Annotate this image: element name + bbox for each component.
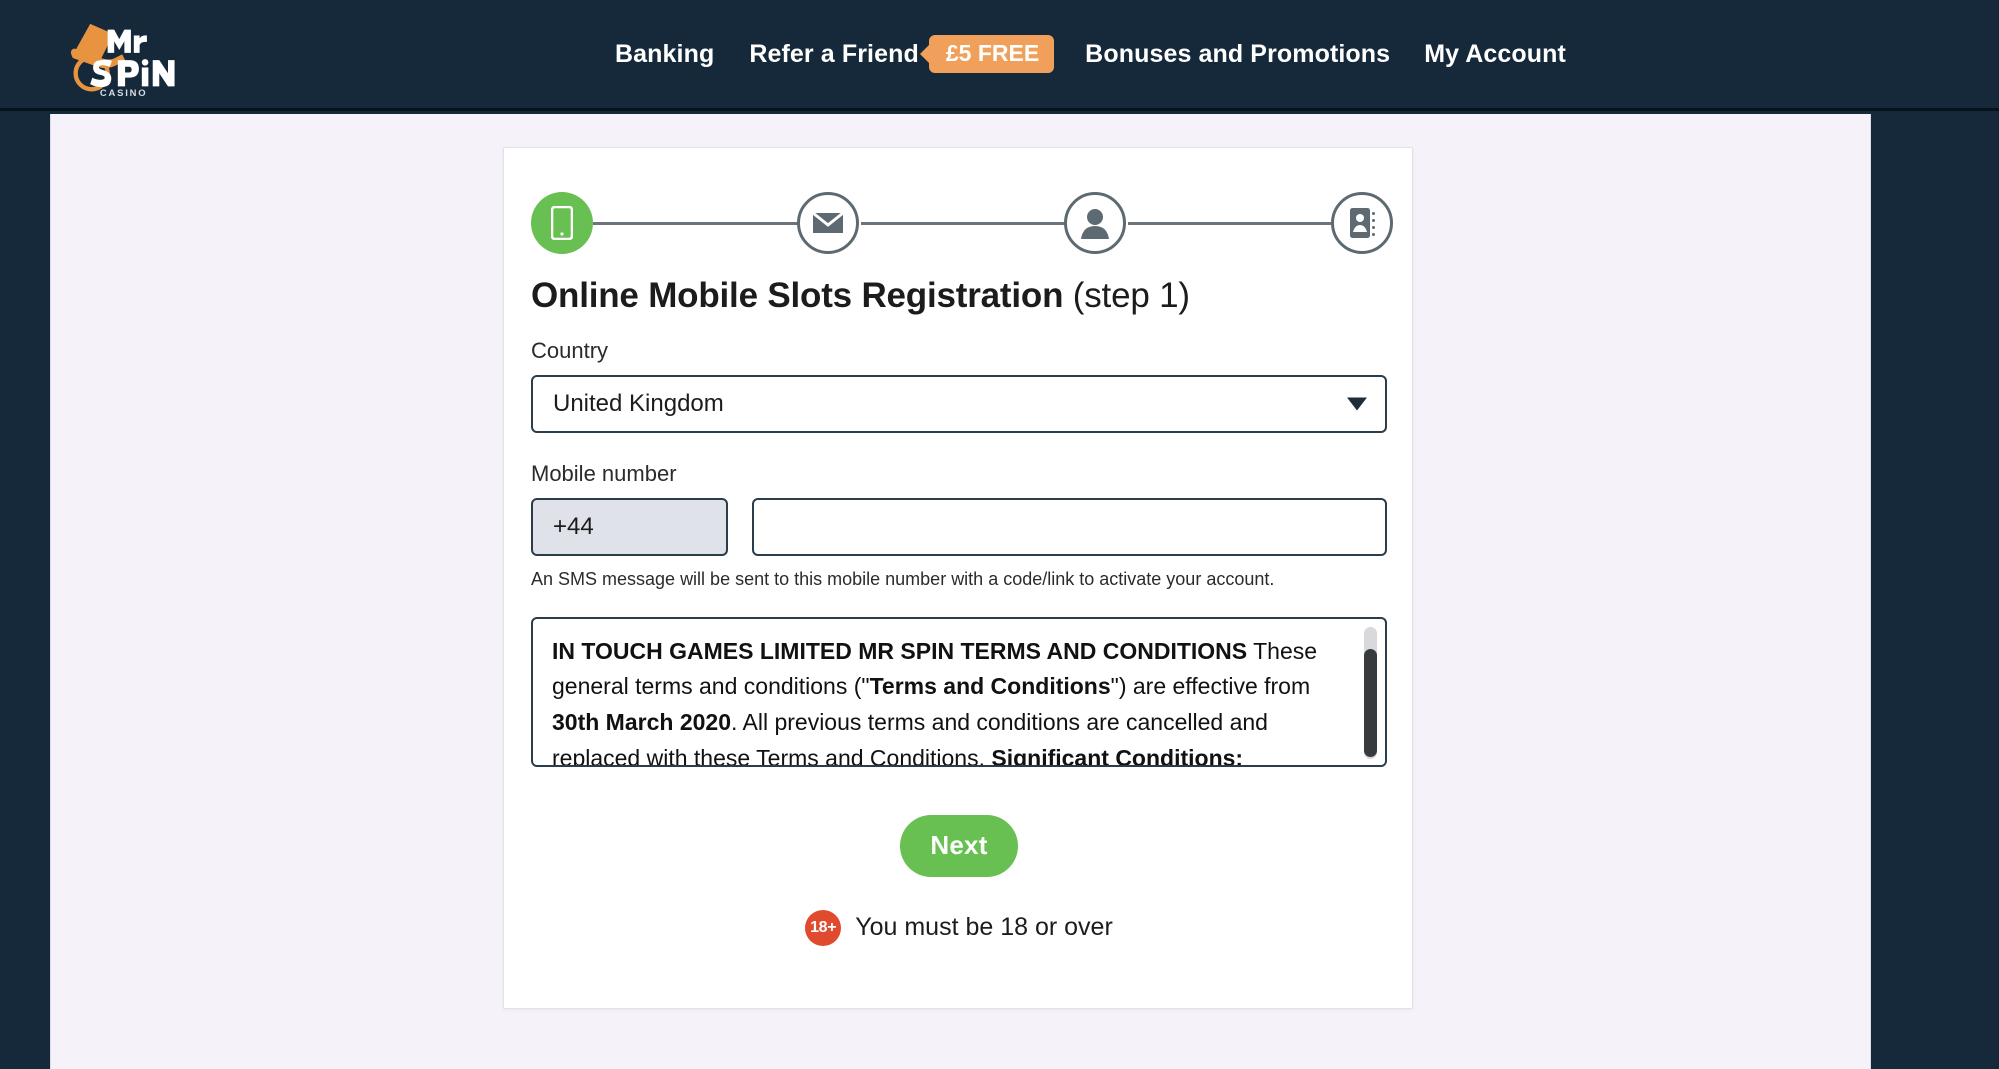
country-select-value: United Kingdom — [553, 390, 724, 418]
site-header: CASINO Banking Refer a Friend £5 FREE Bo… — [0, 0, 1999, 111]
country-label: Country — [531, 338, 609, 364]
next-button[interactable]: Next — [900, 814, 1018, 877]
envelope-icon — [812, 211, 844, 233]
nav-item-banking[interactable]: Banking — [598, 40, 731, 69]
page-root: CASINO Banking Refer a Friend £5 FREE Bo… — [0, 0, 1999, 1069]
registration-stepper — [531, 192, 1393, 254]
age-18-plus-icon: 18+ — [805, 909, 842, 946]
nav-item-refer-a-friend[interactable]: Refer a Friend £5 FREE — [731, 35, 1068, 73]
registration-form: Online Mobile Slots Registration (step 1… — [531, 276, 1387, 946]
five-pound-free-badge[interactable]: £5 FREE — [928, 35, 1055, 73]
content-area: Online Mobile Slots Registration (step 1… — [50, 114, 1871, 1069]
primary-navigation: Banking Refer a Friend £5 FREE Bonuses a… — [598, 0, 1583, 108]
mobile-phone-icon — [551, 206, 573, 240]
stepper-step-4-verification[interactable] — [1331, 192, 1393, 254]
stepper-connector-2 — [861, 222, 1070, 225]
page-title: Online Mobile Slots Registration (step 1… — [531, 276, 1387, 316]
next-button-container: Next — [531, 814, 1387, 877]
nav-item-my-account[interactable]: My Account — [1407, 40, 1583, 69]
stepper-step-1-mobile[interactable] — [531, 192, 593, 254]
terms-and-conditions-box[interactable]: IN TOUCH GAMES LIMITED MR SPIN TERMS AND… — [531, 616, 1387, 767]
svg-text:CASINO: CASINO — [100, 88, 148, 98]
stepper-connector-3 — [1128, 222, 1337, 225]
stepper-step-2-email[interactable] — [797, 192, 859, 254]
page-title-main: Online Mobile Slots Registration — [531, 276, 1064, 315]
mobile-number-label: Mobile number — [531, 461, 677, 487]
stepper-connector-1 — [593, 222, 803, 225]
country-select[interactable]: United Kingdom — [531, 375, 1387, 434]
terms-and-conditions-text: IN TOUCH GAMES LIMITED MR SPIN TERMS AND… — [552, 637, 1318, 767]
registration-card: Online Mobile Slots Registration (step 1… — [503, 147, 1413, 1009]
age-restriction-text: You must be 18 or over — [855, 913, 1113, 942]
mobile-number-row — [531, 498, 1387, 557]
person-icon — [1081, 209, 1109, 239]
sms-note: An SMS message will be sent to this mobi… — [531, 569, 1275, 590]
nav-item-bonuses-and-promotions[interactable]: Bonuses and Promotions — [1068, 40, 1407, 69]
id-card-icon — [1350, 208, 1375, 238]
chevron-down-icon — [1347, 397, 1367, 411]
mobile-number-input[interactable] — [752, 498, 1387, 557]
stepper-step-3-personal-details[interactable] — [1064, 192, 1126, 254]
dial-code-field[interactable] — [531, 498, 728, 557]
nav-item-refer-a-friend-label[interactable]: Refer a Friend — [745, 40, 927, 69]
page-title-step: (step 1) — [1063, 276, 1190, 315]
age-restriction-row: 18+ You must be 18 or over — [531, 909, 1387, 946]
mr-spin-casino-logo[interactable]: CASINO — [65, 18, 175, 98]
terms-scrollbar-thumb[interactable] — [1364, 648, 1377, 757]
